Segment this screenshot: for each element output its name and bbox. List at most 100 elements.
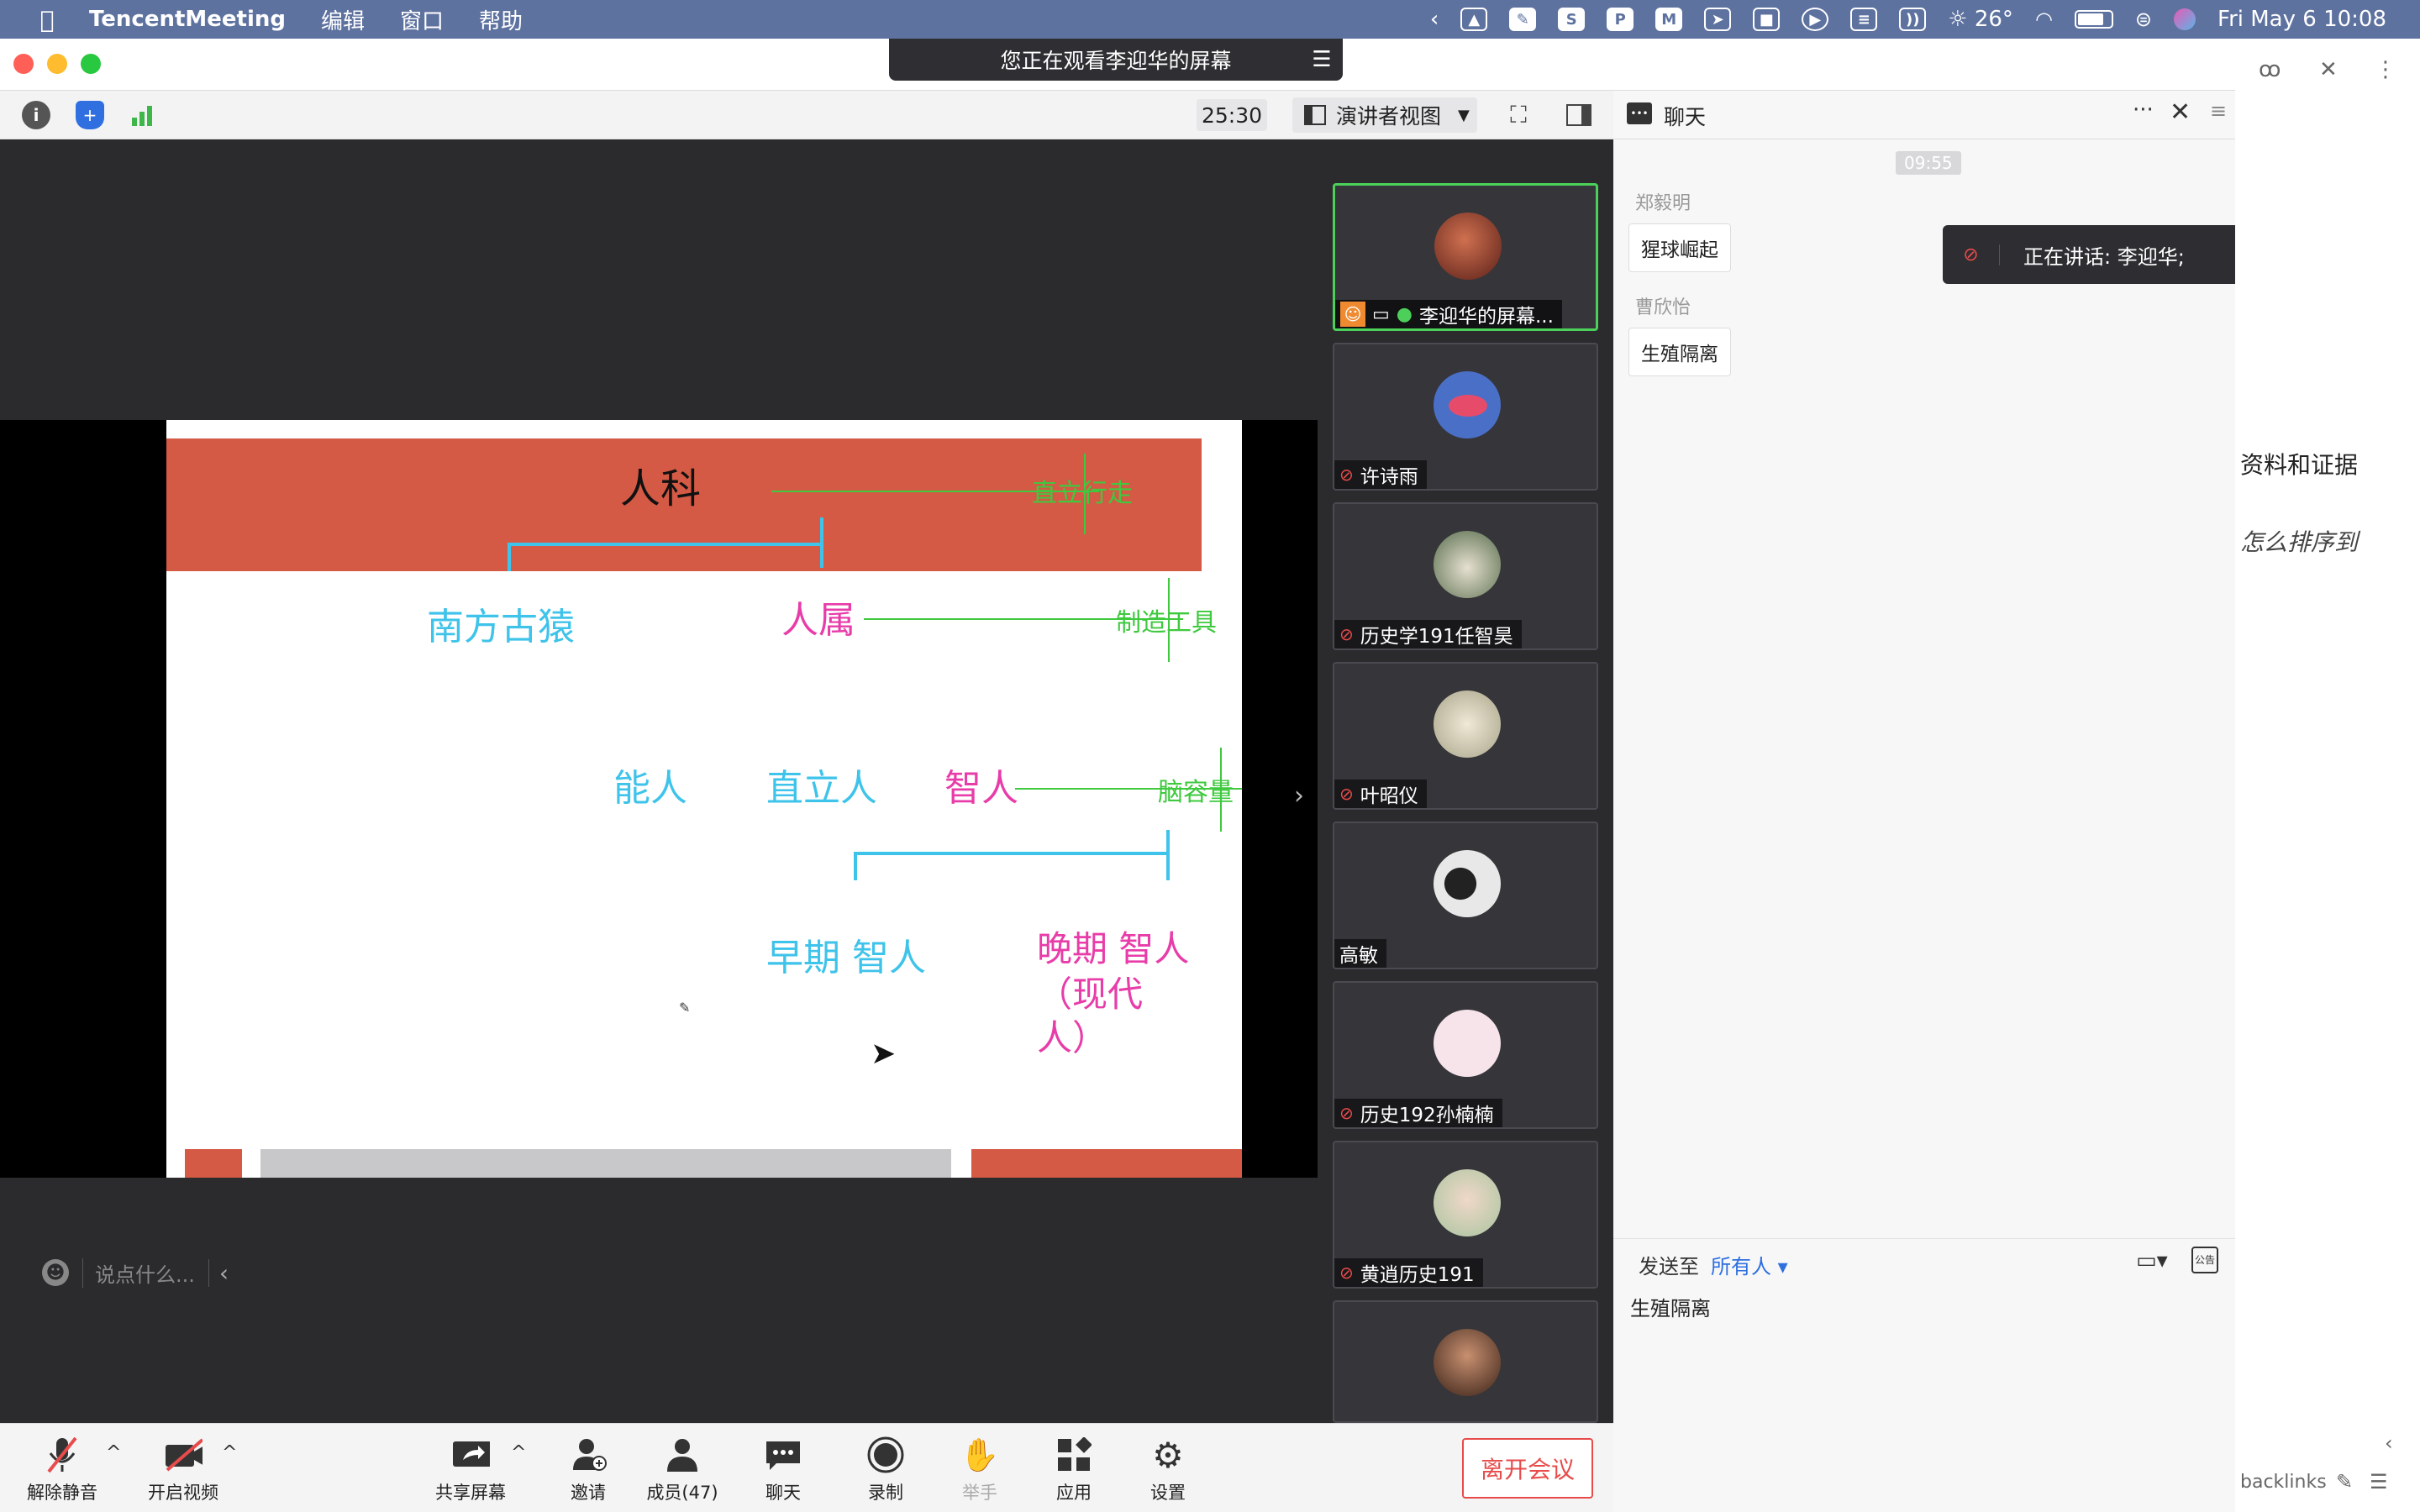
leave-meeting-button[interactable]: 离开会议 [1462,1438,1593,1499]
apple-icon[interactable]:  [30,6,64,34]
send-to-value: 所有人 [1711,1255,1771,1278]
m-app-icon[interactable]: M [1655,8,1683,31]
label-sapiens: 智人 [944,767,1018,810]
participant-tile[interactable]: ☺ ▭ ● 李迎华的屏幕... [1333,183,1598,331]
control-center-icon[interactable]: ⊜ [2135,8,2152,31]
fullscreen-icon[interactable]: ⛶ [1504,101,1533,129]
invite-button[interactable]: 邀请 [548,1436,629,1504]
menu-edit[interactable]: 编辑 [321,4,365,35]
clock[interactable]: Fri May 6 10:08 [2217,7,2386,32]
participant-tile[interactable]: ⊘ 黄逍历史191 [1333,1141,1598,1289]
participant-name: 高敏 [1339,945,1378,967]
list-icon[interactable]: ☰ [2370,1470,2388,1494]
battery-icon[interactable] [2074,10,2113,29]
panel-menu-icon[interactable]: ≡ [2210,99,2227,123]
unmute-label: 解除静音 [27,1483,97,1503]
participant-tile[interactable] [1333,1300,1598,1423]
reader-icon[interactable]: ꝏ [2259,57,2281,82]
send-to-dropdown[interactable]: 所有人 ▾ [1711,1250,1788,1279]
emoji-icon[interactable]: ☻ [42,1259,69,1286]
start-video-button[interactable]: 开启视频 [143,1436,224,1504]
participant-tile[interactable]: ⊘ 历史学191任智昊 [1333,502,1598,650]
label-late-human: 人） [1037,1017,1108,1058]
chevron-left-icon[interactable]: ‹ [1430,7,1439,32]
menu-window[interactable]: 窗口 [400,4,444,35]
participant-tile[interactable]: ⊘ 许诗雨 [1333,343,1598,491]
wifi-icon[interactable]: ◠ [2035,8,2053,31]
send-icon[interactable]: ➤ [1704,8,1732,31]
zoom-window-icon[interactable] [81,54,101,74]
start-video-label: 开启视频 [148,1483,218,1503]
minimize-window-icon[interactable] [47,54,67,74]
participant-name-bar: ⊘ 叶昭仪 [1334,780,1427,808]
avatar [1434,371,1501,438]
file-folder-icon[interactable]: ▭▾ [2136,1248,2168,1273]
rss-icon[interactable]: )) [1899,8,1927,31]
menu-help[interactable]: 帮助 [479,4,523,35]
bg-text-evidence: 资料和证据 [2240,451,2359,479]
sidebar-toggle-icon[interactable] [1565,101,1593,129]
more-options-icon[interactable]: ⋮ [2375,57,2396,82]
bracket-homo-left [508,543,511,571]
chevron-up-icon[interactable]: ^ [106,1442,121,1463]
notification-icon[interactable]: ▲ [1460,8,1488,31]
raise-hand-icon: ✋ [960,1436,1000,1473]
close-icon[interactable]: ✕ [2319,57,2338,82]
record-label: 录制 [868,1483,903,1503]
participant-tile[interactable]: ⊘ 历史192孙楠楠 [1333,981,1598,1129]
security-shield-icon[interactable]: + [76,101,104,129]
chevron-left-icon[interactable]: ‹ [2385,1431,2393,1455]
bracket-homo-right [820,517,823,568]
participant-name-bar: ⊘ 历史192孙楠楠 [1334,1099,1502,1127]
chat-header: ••• 聊天 ··· ✕ ≡ [1613,91,2235,139]
quick-chat-placeholder: 说点什么... [82,1257,195,1288]
mic-on-icon: ● [1396,303,1413,325]
label-brain: 脑容量 [1158,778,1234,807]
bracket-sapiens-left [854,852,857,880]
banner-menu-icon[interactable]: ☰ [1301,39,1343,81]
brush-icon[interactable]: ✎ [2336,1470,2353,1494]
more-options-icon[interactable]: ··· [2133,97,2154,123]
chat-compose-input[interactable]: 生殖隔离 [1630,1292,2218,1494]
chevron-up-icon[interactable]: ^ [222,1442,237,1463]
bracket-sapiens-right [1166,830,1170,880]
play-icon[interactable]: ▶ [1802,8,1829,31]
close-window-icon[interactable] [13,54,34,74]
members-icon [663,1436,702,1474]
meeting-tray-icon[interactable]: ■ [1753,8,1781,31]
chevron-up-icon[interactable]: ^ [511,1442,526,1463]
settings-button[interactable]: ⚙ 设置 [1128,1435,1208,1504]
members-button[interactable]: 成员(47) [640,1436,724,1504]
chat-sender: 曹欣怡 [1635,297,1691,318]
expand-panel-chevron-icon[interactable]: › [1294,781,1304,811]
info-icon[interactable]: i [22,101,50,129]
view-mode-dropdown[interactable]: 演讲者视图 ▼ [1292,97,1477,133]
weather-icon[interactable]: ☼ 26° [1948,7,2013,32]
record-button[interactable]: 录制 [845,1436,926,1504]
s-app-icon[interactable]: S [1558,8,1586,31]
pen-icon[interactable]: ✎ [1509,8,1537,31]
quick-chat-input[interactable]: ☻ 说点什么... ‹ [42,1252,260,1294]
chat-label: 聊天 [765,1483,801,1503]
video-off-icon [164,1436,203,1474]
label-homo: 人属 [781,599,855,642]
participant-tile[interactable]: 高敏 [1333,822,1598,969]
apps-button[interactable]: 应用 [1034,1436,1114,1504]
close-icon[interactable]: ✕ [2170,97,2191,127]
participant-tile[interactable]: ⊘ 叶昭仪 [1333,662,1598,810]
chevron-left-icon[interactable]: ‹ [208,1258,229,1287]
participant-name: 历史192孙楠楠 [1360,1105,1494,1126]
raise-hand-button[interactable]: ✋ 举手 [939,1436,1020,1504]
announcement-icon[interactable]: 公告 [2191,1247,2218,1273]
chat-message: 生殖隔离 [1628,328,1731,376]
unmute-button[interactable]: 解除静音 [22,1436,103,1504]
chat-button[interactable]: 聊天 [743,1436,823,1504]
p-app-icon[interactable]: P [1607,8,1634,31]
divider [1613,1238,2235,1239]
share-screen-button[interactable]: 共享屏幕 [430,1436,511,1504]
participant-name-bar: 高敏 [1334,939,1386,968]
menu-app-name[interactable]: TencentMeeting [89,7,286,32]
siri-icon[interactable] [2174,8,2196,30]
clipboard-icon[interactable]: ≡ [1850,8,1878,31]
signal-icon[interactable] [128,101,156,129]
